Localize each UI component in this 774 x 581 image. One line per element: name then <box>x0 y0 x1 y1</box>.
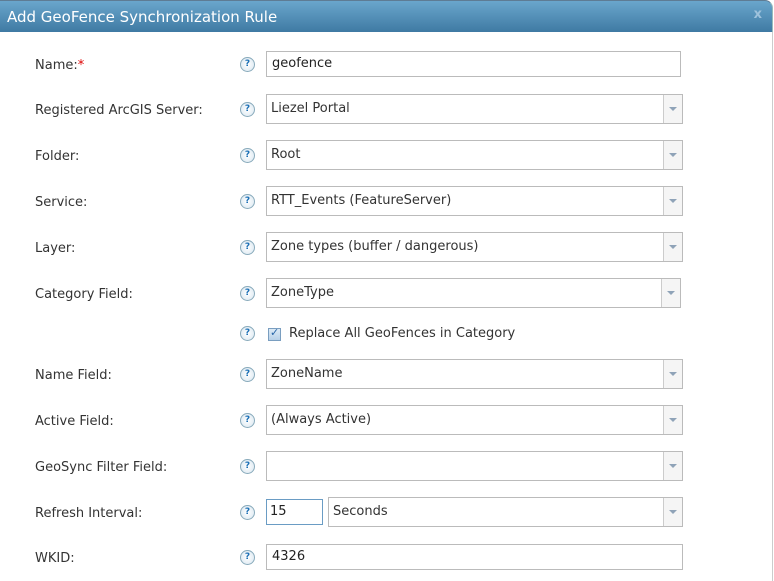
category-select[interactable]: ZoneType <box>266 278 681 308</box>
help-icon[interactable]: ? <box>240 413 255 428</box>
service-value: RTT_Events (FeatureServer) <box>271 193 452 208</box>
chevron-down-icon[interactable] <box>663 498 682 526</box>
refresh-unit-select[interactable]: Seconds <box>328 497 683 527</box>
chevron-down-icon[interactable] <box>663 406 682 434</box>
name-field-select[interactable]: ZoneName <box>266 359 683 389</box>
help-icon[interactable]: ? <box>240 194 255 209</box>
help-icon[interactable]: ? <box>240 240 255 255</box>
category-label: Category Field: <box>35 287 133 302</box>
server-label: Registered ArcGIS Server: <box>35 103 203 118</box>
replace-checkbox[interactable] <box>268 326 281 341</box>
chevron-down-icon[interactable] <box>663 452 682 480</box>
dialog-body: Name:* ? geofence Registered ArcGIS Serv… <box>0 32 773 581</box>
layer-label: Layer: <box>35 241 76 256</box>
layer-select[interactable]: Zone types (buffer / dangerous) <box>266 232 683 262</box>
filter-select[interactable] <box>266 451 683 481</box>
server-value: Liezel Portal <box>271 101 350 116</box>
help-icon[interactable]: ? <box>240 505 255 520</box>
dialog-title: Add GeoFence Synchronization Rule <box>7 8 278 26</box>
help-icon[interactable]: ? <box>240 102 255 117</box>
help-icon[interactable]: ? <box>240 57 255 72</box>
help-icon[interactable]: ? <box>240 367 255 382</box>
required-mark: * <box>77 58 85 73</box>
name-field-value: ZoneName <box>271 366 343 381</box>
help-icon[interactable]: ? <box>240 326 255 341</box>
folder-select[interactable]: Root <box>266 140 683 170</box>
help-icon[interactable]: ? <box>240 550 255 565</box>
name-field-label: Name Field: <box>35 368 112 383</box>
help-icon[interactable]: ? <box>240 286 255 301</box>
folder-value: Root <box>271 147 301 162</box>
active-value: (Always Active) <box>271 412 372 427</box>
refresh-interval-input[interactable]: 15 <box>266 499 323 525</box>
chevron-down-icon[interactable] <box>663 187 682 215</box>
wkid-input[interactable]: 4326 <box>266 544 683 570</box>
folder-label: Folder: <box>35 149 80 164</box>
service-label: Service: <box>35 195 88 210</box>
refresh-unit-value: Seconds <box>333 504 388 519</box>
chevron-down-icon[interactable] <box>663 360 682 388</box>
server-select[interactable]: Liezel Portal <box>266 94 683 124</box>
wkid-label: WKID: <box>35 551 75 566</box>
replace-label[interactable]: Replace All GeoFences in Category <box>289 326 515 341</box>
active-select[interactable]: (Always Active) <box>266 405 683 435</box>
help-icon[interactable]: ? <box>240 459 255 474</box>
layer-value: Zone types (buffer / dangerous) <box>271 239 479 254</box>
chevron-down-icon[interactable] <box>663 95 682 123</box>
chevron-down-icon[interactable] <box>661 279 680 307</box>
name-label: Name:* <box>35 58 85 73</box>
category-value: ZoneType <box>271 285 334 300</box>
refresh-label: Refresh Interval: <box>35 506 143 521</box>
dialog-titlebar: Add GeoFence Synchronization Rule x <box>0 0 773 32</box>
service-select[interactable]: RTT_Events (FeatureServer) <box>266 186 683 216</box>
name-input[interactable]: geofence <box>266 51 681 77</box>
active-label: Active Field: <box>35 414 114 429</box>
chevron-down-icon[interactable] <box>663 141 682 169</box>
help-icon[interactable]: ? <box>240 148 255 163</box>
chevron-down-icon[interactable] <box>663 233 682 261</box>
filter-label: GeoSync Filter Field: <box>35 460 168 475</box>
close-icon[interactable]: x <box>754 7 762 22</box>
